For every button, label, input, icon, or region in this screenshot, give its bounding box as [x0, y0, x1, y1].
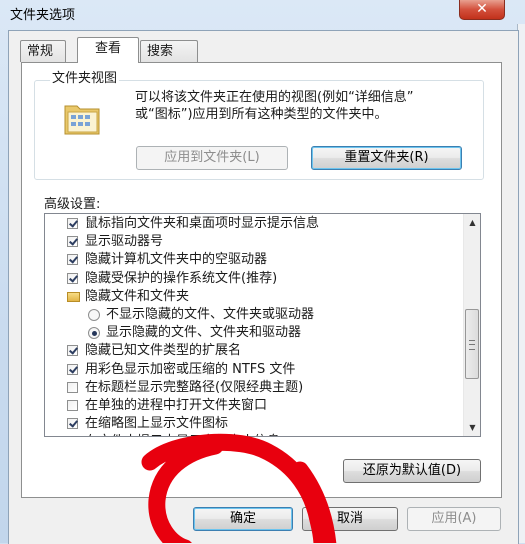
restore-defaults-label: 还原为默认值(D) — [362, 463, 462, 478]
checkbox[interactable] — [67, 218, 78, 229]
checkbox[interactable] — [67, 381, 78, 393]
advanced-settings-rows: 鼠标指向文件夹和桌面项时显示提示信息 显示驱动器号隐藏计算机文件夹中的空驱动器 隐藏… — [45, 215, 463, 437]
advanced-setting-row[interactable]: 显示隐藏的文件、文件夹和驱动器 — [45, 324, 463, 342]
close-button[interactable]: ✕ — [459, 0, 505, 20]
description-line: 或“图标”)应用到所有这种类型的文件夹中。 — [135, 107, 388, 122]
grip-icon — [469, 340, 475, 350]
checkbox[interactable] — [67, 399, 78, 411]
description-line: 可以将该文件夹正在使用的视图(例如“详细信息” — [135, 90, 414, 105]
advanced-setting-label: 显示隐藏的文件、文件夹和驱动器 — [106, 325, 302, 341]
advanced-setting-row[interactable]: 用彩色显示加密或压缩的 NTFS 文件 — [45, 361, 463, 379]
ok-button-label: 确定 — [229, 511, 256, 526]
title-bar: 文件夹选项 ✕ — [0, 0, 525, 24]
apply-to-folders-button[interactable]: 应用到文件夹(L) — [136, 146, 288, 170]
advanced-setting-row[interactable]: 显示驱动器号 — [45, 233, 463, 251]
folder-icon — [67, 291, 80, 302]
restore-defaults-button[interactable]: 还原为默认值(D) — [343, 459, 481, 483]
scroll-up-icon[interactable]: ▲ — [464, 214, 480, 231]
advanced-setting-label: 隐藏受保护的操作系统文件(推荐) — [85, 270, 278, 286]
advanced-setting-row[interactable]: 在单独的进程中打开文件夹窗口 — [45, 397, 463, 415]
advanced-setting-label: 鼠标指向文件夹和桌面项时显示提示信息 — [85, 216, 320, 231]
radio-button[interactable] — [88, 327, 100, 340]
apply-button-label: 应用(A) — [431, 511, 477, 526]
tab-label: 搜索 — [147, 44, 174, 59]
vertical-scrollbar[interactable]: ▲ ▼ — [463, 214, 480, 436]
advanced-setting-label: 不显示隐藏的文件、文件夹或驱动器 — [106, 306, 315, 322]
advanced-setting-label: 隐藏已知文件类型的扩展名 — [85, 343, 242, 359]
advanced-setting-row[interactable]: 不显示隐藏的文件、文件夹或驱动器 — [45, 306, 463, 324]
checkbox[interactable] — [67, 236, 78, 248]
advanced-setting-label: 显示驱动器号 — [85, 234, 164, 250]
tab-label: 常规 — [27, 44, 54, 59]
apply-to-folders-label: 应用到文件夹(L) — [164, 150, 260, 165]
advanced-setting-row[interactable]: 在缩略图上显示文件图标 — [45, 415, 463, 433]
checkbox[interactable] — [67, 345, 78, 357]
window-title: 文件夹选项 — [10, 8, 76, 23]
checkbox[interactable] — [67, 254, 78, 266]
tab-general[interactable]: 常规 — [20, 40, 66, 62]
folder-view-icon — [64, 105, 100, 135]
advanced-setting-label: 用彩色显示加密或压缩的 NTFS 文件 — [85, 361, 296, 377]
advanced-setting-row[interactable]: 隐藏已知文件类型的扩展名 — [45, 342, 463, 360]
close-icon: ✕ — [476, 1, 488, 17]
advanced-settings-label: 高级设置: — [44, 197, 101, 212]
reset-folders-label: 重置文件夹(R) — [344, 150, 429, 165]
scroll-thumb[interactable] — [465, 309, 479, 379]
apply-button[interactable]: 应用(A) — [407, 507, 501, 531]
checkbox[interactable] — [67, 363, 78, 375]
advanced-setting-row[interactable]: 隐藏受保护的操作系统文件(推荐) — [45, 270, 463, 288]
folder-options-dialog: 文件夹选项 ✕ 常规 查看 搜索 确定 取消 应用(A) 文件夹视图 可以将该文… — [0, 0, 525, 544]
advanced-setting-label: 在缩略图上显示文件图标 — [85, 416, 229, 432]
tab-label: 查看 — [94, 41, 121, 56]
advanced-setting-label: 在文件夹提示中显示文件大小信息 — [85, 433, 280, 436]
advanced-setting-row[interactable]: 在文件夹提示中显示文件大小信息 — [45, 433, 463, 437]
folder-views-description: 可以将该文件夹正在使用的视图(例如“详细信息” 或“图标”)应用到所有这种类型的… — [135, 89, 475, 123]
advanced-setting-label: 在标题栏显示完整路径(仅限经典主题) — [85, 379, 304, 395]
checkbox[interactable] — [67, 418, 78, 430]
radio-button[interactable] — [88, 308, 100, 321]
advanced-setting-label: 隐藏计算机文件夹中的空驱动器 — [85, 252, 268, 268]
advanced-setting-row[interactable]: 在标题栏显示完整路径(仅限经典主题) — [45, 379, 463, 397]
reset-folders-button[interactable]: 重置文件夹(R) — [311, 146, 462, 170]
checkbox[interactable] — [67, 272, 78, 284]
tab-view[interactable]: 查看 — [77, 37, 139, 63]
advanced-settings-list[interactable]: 鼠标指向文件夹和桌面项时显示提示信息 显示驱动器号隐藏计算机文件夹中的空驱动器 隐藏… — [44, 213, 481, 437]
advanced-setting-row[interactable]: 隐藏文件和文件夹 — [45, 288, 463, 306]
folder-views-title: 文件夹视图 — [50, 71, 120, 87]
advanced-setting-row[interactable]: 隐藏计算机文件夹中的空驱动器 — [45, 251, 463, 269]
cancel-button[interactable]: 取消 — [302, 507, 398, 531]
scroll-down-icon[interactable]: ▼ — [464, 419, 480, 436]
advanced-setting-label: 在单独的进程中打开文件夹窗口 — [85, 397, 268, 413]
cancel-button-label: 取消 — [336, 511, 363, 526]
ok-button[interactable]: 确定 — [193, 507, 293, 531]
advanced-setting-label: 隐藏文件和文件夹 — [85, 288, 190, 304]
advanced-setting-row[interactable]: 鼠标指向文件夹和桌面项时显示提示信息 — [45, 215, 463, 233]
checkbox[interactable] — [67, 436, 78, 437]
tab-search[interactable]: 搜索 — [140, 40, 198, 62]
